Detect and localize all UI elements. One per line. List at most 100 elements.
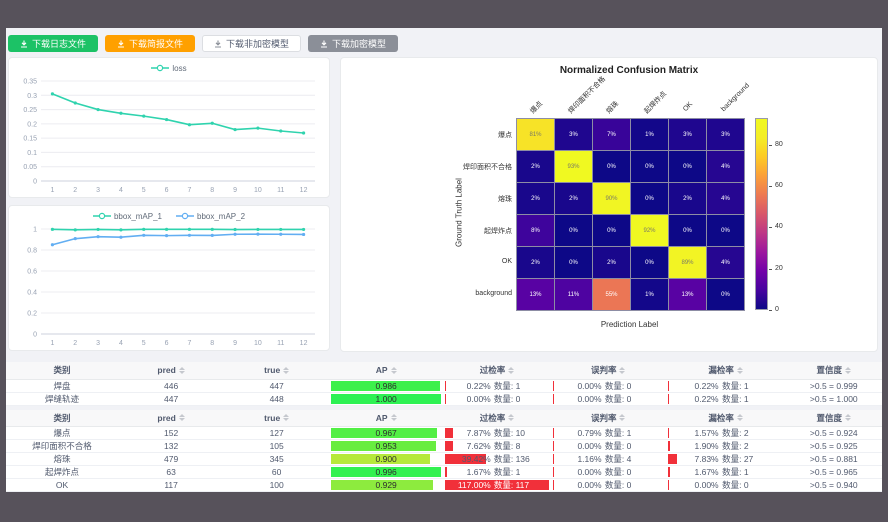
button-label: 下载简报文件 bbox=[129, 37, 183, 50]
sort-icon[interactable] bbox=[179, 367, 185, 374]
matrix-cell: 4% bbox=[707, 183, 744, 214]
matrix-y-label: 焊印面积不合格 bbox=[341, 162, 512, 172]
column-header-label: AP bbox=[376, 413, 388, 423]
column-header[interactable]: 误判率 bbox=[551, 362, 666, 379]
cell-miss-rate: 1.90%数量: 2 bbox=[666, 440, 786, 453]
sort-icon[interactable] bbox=[737, 367, 743, 374]
legend-item[interactable]: bbox_mAP_1 bbox=[93, 212, 162, 221]
svg-text:11: 11 bbox=[277, 187, 284, 194]
column-header[interactable]: 误判率 bbox=[551, 410, 666, 427]
rate-cell: 0.00%数量: 0 bbox=[553, 480, 664, 490]
rate-count: 数量: 136 bbox=[494, 454, 530, 464]
ap-value: 0.967 bbox=[331, 428, 441, 438]
cell-misjudge-rate: 0.00%数量: 0 bbox=[551, 392, 666, 405]
rate-count: 数量: 1 bbox=[722, 381, 748, 391]
rate-cell: 0.22%数量: 1 bbox=[445, 381, 549, 391]
rate-cell: 1.16%数量: 4 bbox=[553, 454, 664, 464]
matrix-y-label: 熔珠 bbox=[341, 194, 512, 204]
matrix-cell: 2% bbox=[517, 151, 554, 182]
download-icon bbox=[20, 40, 28, 48]
colorbar-tick-label: 60 bbox=[775, 182, 783, 189]
cell-over-rate: 7.87%数量: 10 bbox=[443, 427, 551, 440]
svg-text:0.6: 0.6 bbox=[27, 269, 37, 276]
legend-item[interactable]: bbox_mAP_2 bbox=[176, 212, 245, 221]
download-encrypted-model-button[interactable]: 下载加密模型 bbox=[308, 35, 398, 52]
rate-cell: 1.67%数量: 1 bbox=[445, 467, 549, 477]
rate-count: 数量: 1 bbox=[605, 428, 631, 438]
download-report-button[interactable]: 下载简报文件 bbox=[105, 35, 195, 52]
sort-icon[interactable] bbox=[283, 414, 289, 421]
legend-label: loss bbox=[172, 64, 186, 73]
sort-icon[interactable] bbox=[283, 367, 289, 374]
cell-pred: 446 bbox=[118, 379, 224, 392]
sort-icon[interactable] bbox=[845, 367, 851, 374]
cell-confidence: >0.5 = 0.925 bbox=[786, 440, 882, 453]
legend-marker-icon bbox=[93, 212, 111, 220]
sort-icon[interactable] bbox=[391, 367, 397, 374]
svg-text:10: 10 bbox=[254, 340, 262, 347]
rate-percent: 0.22% bbox=[695, 381, 719, 391]
ap-value: 0.996 bbox=[331, 467, 441, 477]
sort-icon[interactable] bbox=[179, 414, 185, 421]
column-header[interactable]: pred bbox=[118, 362, 224, 379]
matrix-y-label: 起焊炸点 bbox=[341, 226, 512, 236]
column-header-label: 漏检率 bbox=[708, 364, 734, 376]
matrix-cell: 1% bbox=[631, 119, 668, 150]
rate-percent: 0.00% bbox=[577, 394, 601, 404]
sort-icon[interactable] bbox=[508, 414, 514, 421]
ap-value: 0.986 bbox=[331, 381, 441, 391]
ap-value: 1.000 bbox=[331, 394, 441, 404]
rate-count: 数量: 2 bbox=[722, 428, 748, 438]
table-row: 焊印面积不合格1321050.9537.62%数量: 80.00%数量: 01.… bbox=[6, 440, 882, 453]
rate-count: 数量: 0 bbox=[722, 480, 748, 490]
cell-miss-rate: 7.83%数量: 27 bbox=[666, 453, 786, 466]
column-header[interactable]: 漏检率 bbox=[666, 362, 786, 379]
confusion-matrix-card: Normalized Confusion Matrix 爆点焊印面积不合格熔珠起… bbox=[340, 57, 878, 352]
column-header: 类别 bbox=[6, 362, 118, 379]
matrix-cell: 1% bbox=[631, 279, 668, 310]
download-plain-model-button[interactable]: 下载非加密模型 bbox=[202, 35, 301, 52]
column-header[interactable]: true bbox=[224, 410, 329, 427]
cell-category: 起焊炸点 bbox=[6, 466, 118, 479]
cell-category: 焊缝轨迹 bbox=[6, 392, 118, 405]
loss-chart-legend: loss bbox=[9, 61, 329, 75]
sort-icon[interactable] bbox=[619, 367, 625, 374]
svg-text:5: 5 bbox=[142, 187, 146, 194]
column-header[interactable]: 过检率 bbox=[443, 362, 551, 379]
matrix-cell: 0% bbox=[593, 215, 630, 246]
sort-icon[interactable] bbox=[391, 414, 397, 421]
rate-percent: 0.00% bbox=[577, 381, 601, 391]
map-chart-card: bbox_mAP_1bbox_mAP_2 00.20.40.60.8112345… bbox=[8, 205, 330, 351]
sort-icon[interactable] bbox=[845, 414, 851, 421]
matrix-cell: 92% bbox=[631, 215, 668, 246]
column-header[interactable]: true bbox=[224, 362, 329, 379]
colorbar-tick-label: 40 bbox=[775, 223, 783, 230]
rate-cell: 1.90%数量: 2 bbox=[668, 441, 784, 451]
sort-icon[interactable] bbox=[619, 414, 625, 421]
download-log-button[interactable]: 下载日志文件 bbox=[8, 35, 98, 52]
cell-confidence: >0.5 = 0.924 bbox=[786, 427, 882, 440]
legend-item[interactable]: loss bbox=[151, 64, 186, 73]
svg-text:0.2: 0.2 bbox=[27, 121, 37, 128]
rate-cell: 7.87%数量: 10 bbox=[445, 428, 549, 438]
cell-ap: 0.929 bbox=[329, 479, 443, 492]
ap-value: 0.953 bbox=[331, 441, 441, 451]
column-header[interactable]: pred bbox=[118, 410, 224, 427]
sort-icon[interactable] bbox=[508, 367, 514, 374]
matrix-cell: 2% bbox=[593, 247, 630, 278]
column-header[interactable]: AP bbox=[329, 362, 443, 379]
cell-true: 100 bbox=[224, 479, 329, 492]
rate-percent: 1.67% bbox=[695, 467, 719, 477]
sort-icon[interactable] bbox=[737, 414, 743, 421]
column-header[interactable]: 漏检率 bbox=[666, 410, 786, 427]
column-header[interactable]: 置信度 bbox=[786, 362, 882, 379]
column-header[interactable]: 过检率 bbox=[443, 410, 551, 427]
cell-category: OK bbox=[6, 479, 118, 492]
cell-misjudge-rate: 0.00%数量: 0 bbox=[551, 466, 666, 479]
rate-percent: 0.00% bbox=[695, 480, 719, 490]
column-header[interactable]: AP bbox=[329, 410, 443, 427]
loss-chart-card: loss 00.050.10.150.20.250.30.35123456789… bbox=[8, 57, 330, 198]
svg-text:3: 3 bbox=[96, 340, 100, 347]
rate-percent: 7.87% bbox=[467, 428, 491, 438]
column-header[interactable]: 置信度 bbox=[786, 410, 882, 427]
